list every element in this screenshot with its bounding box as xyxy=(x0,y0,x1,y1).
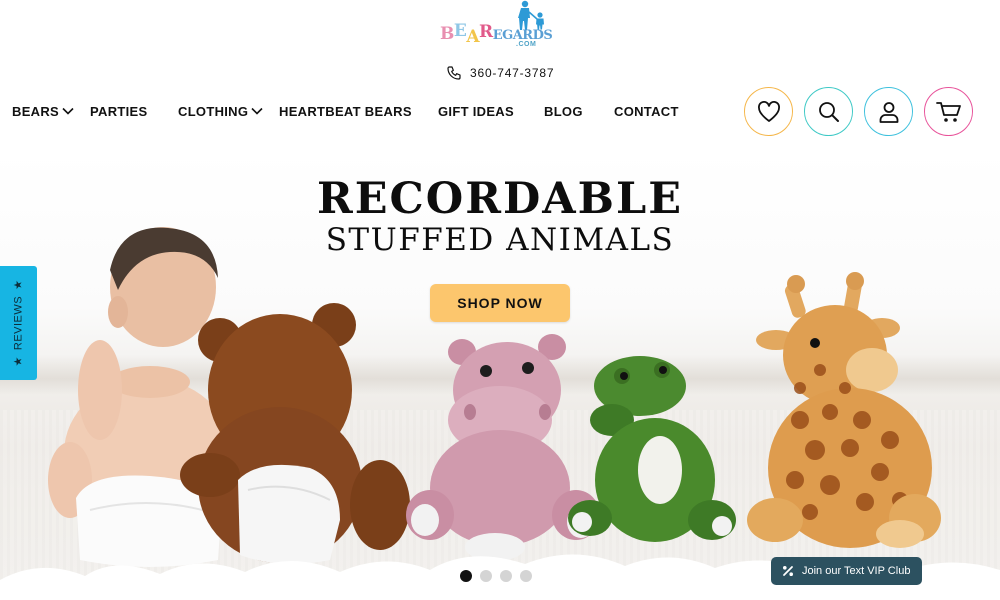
nav-label: BEARS xyxy=(12,103,60,119)
vip-label: Join our Text VIP Club xyxy=(802,565,911,577)
logo-domain: .COM xyxy=(516,41,537,48)
nav-label: GIFT IDEAS xyxy=(438,103,514,119)
user-icon xyxy=(879,101,898,123)
carousel-dot-2[interactable] xyxy=(480,570,492,582)
carousel-dot-1[interactable] xyxy=(460,570,472,582)
phone-link[interactable]: 360-747-3787 xyxy=(446,64,554,82)
nav-label: BLOG xyxy=(544,103,583,119)
baby-illustration xyxy=(48,227,232,567)
nav-item-contact[interactable]: CONTACT xyxy=(614,100,679,122)
nav-item-heartbeat-bears[interactable]: HEARTBEAT BEARS xyxy=(279,100,412,122)
search-icon xyxy=(818,101,839,122)
nav-item-clothing[interactable]: CLOTHING xyxy=(178,100,263,122)
site-logo[interactable]: BEAREGARDS .COM xyxy=(440,0,553,56)
percent-icon xyxy=(783,566,793,576)
star-icon: ★ xyxy=(12,356,25,367)
main-nav: BEARS PARTIES CLOTHING HEARTBEAT BEARS G… xyxy=(0,100,700,122)
nav-item-parties[interactable]: PARTIES xyxy=(90,100,147,122)
heart-icon xyxy=(757,100,780,122)
reviews-label: REVIEWS xyxy=(12,295,24,351)
giraffe-illustration xyxy=(747,272,941,548)
chevron-down-icon xyxy=(62,107,74,115)
hero-banner: RECORDABLE STUFFED ANIMALS SHOP NOW xyxy=(0,150,1000,600)
phone-number: 360-747-3787 xyxy=(470,66,555,80)
hero-title-line2: STUFFED ANIMALS xyxy=(325,222,675,258)
shop-now-button[interactable]: SHOP NOW xyxy=(430,284,570,322)
reviews-tab-content: ★ REVIEWS ★ xyxy=(12,280,25,367)
reviews-tab[interactable]: ★ REVIEWS ★ xyxy=(0,266,37,380)
nav-item-bears[interactable]: BEARS xyxy=(12,100,74,122)
cart-button[interactable] xyxy=(924,87,973,136)
nav-label: HEARTBEAT BEARS xyxy=(279,103,412,119)
carousel-dot-4[interactable] xyxy=(520,570,532,582)
star-icon: ★ xyxy=(12,279,25,290)
hero-title: RECORDABLE STUFFED ANIMALS xyxy=(0,176,1000,258)
wishlist-button[interactable] xyxy=(744,87,793,136)
carousel-dots xyxy=(460,570,532,582)
search-button[interactable] xyxy=(804,87,853,136)
nav-label: CONTACT xyxy=(614,103,679,119)
chevron-down-icon xyxy=(251,107,263,115)
cart-icon xyxy=(935,101,961,122)
green-crocodile-illustration xyxy=(568,356,736,542)
carousel-dot-3[interactable] xyxy=(500,570,512,582)
phone-icon xyxy=(447,66,461,80)
hero-title-line1: RECORDABLE xyxy=(317,174,683,224)
nav-item-gift-ideas[interactable]: GIFT IDEAS xyxy=(438,100,514,122)
text-vip-club-button[interactable]: Join our Text VIP Club xyxy=(771,557,922,585)
pink-hippo-illustration xyxy=(406,334,600,561)
nav-item-blog[interactable]: BLOG xyxy=(544,100,583,122)
nav-label: PARTIES xyxy=(90,103,148,119)
account-button[interactable] xyxy=(864,87,913,136)
nav-label: CLOTHING xyxy=(178,103,249,119)
